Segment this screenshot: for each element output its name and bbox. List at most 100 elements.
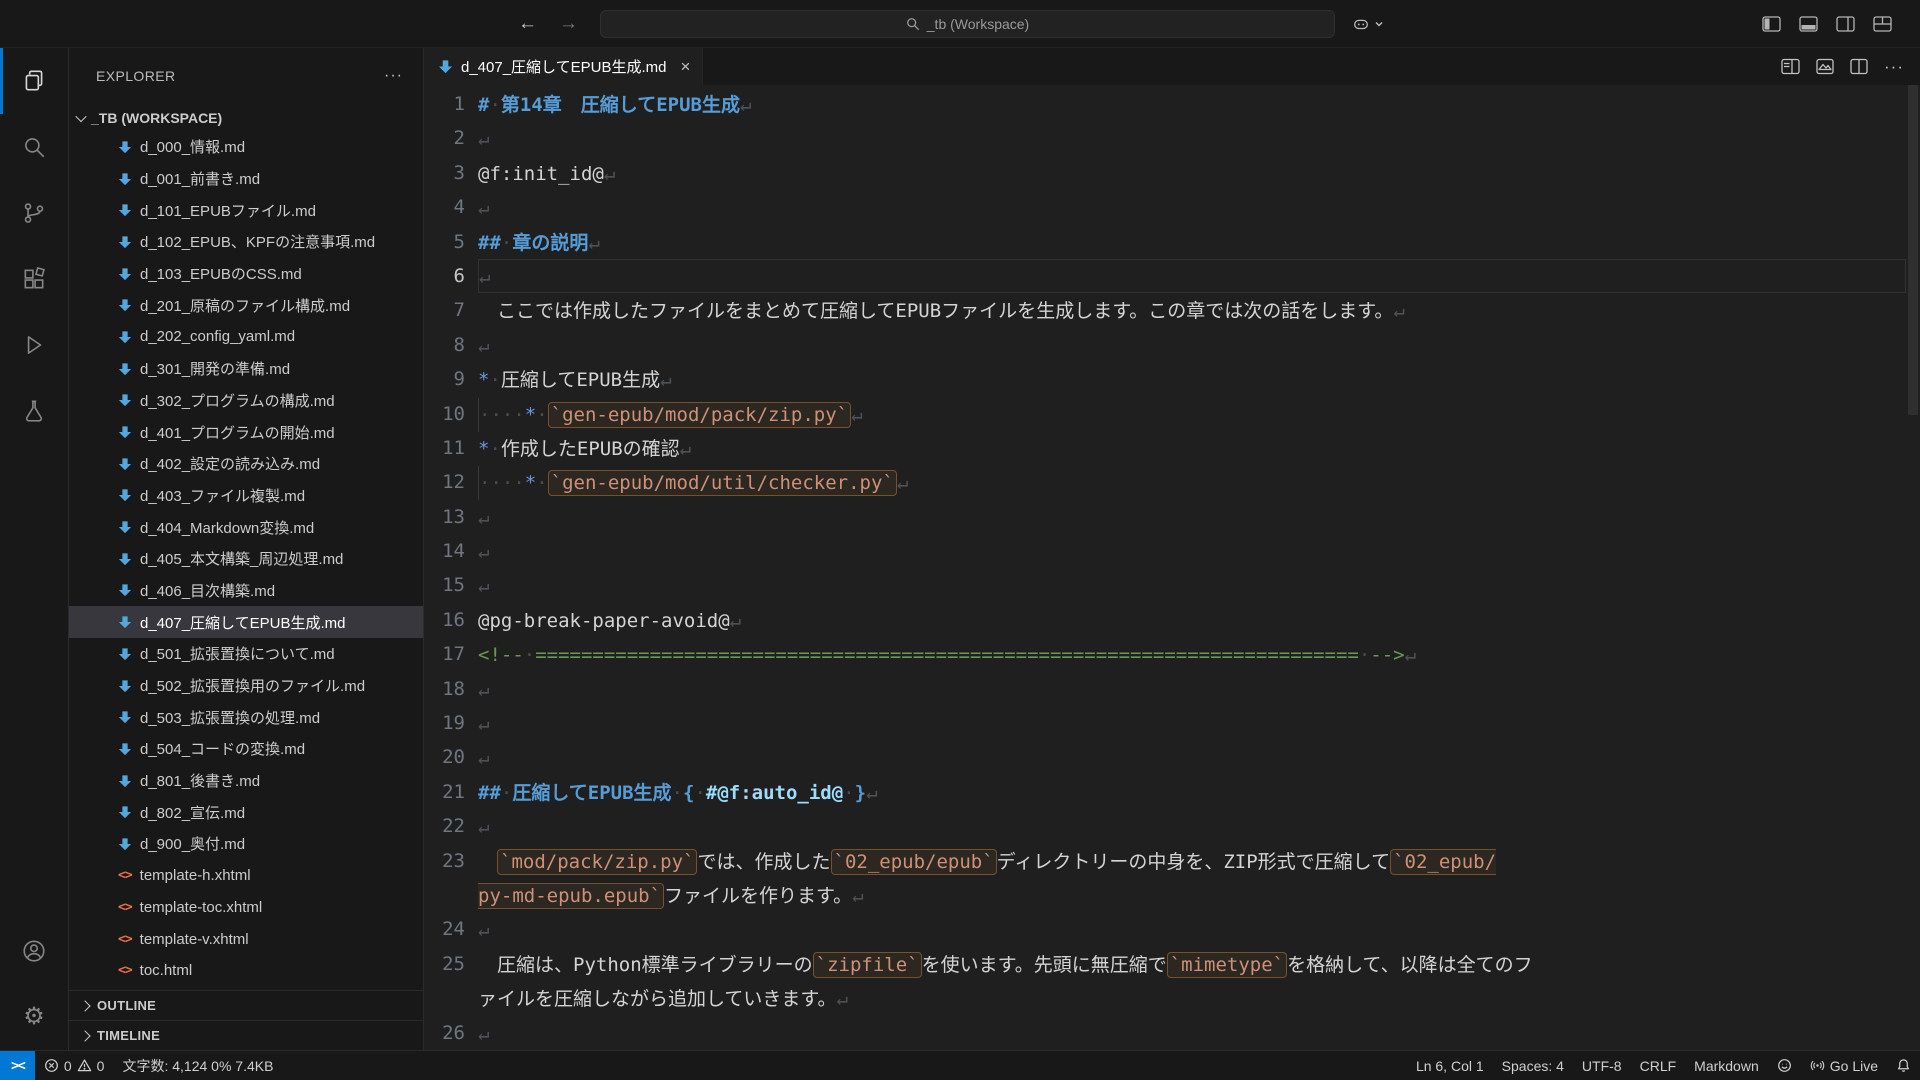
line-content[interactable]: ↵ [478,121,1906,155]
file-item[interactable]: d_801_後書き.md [69,765,423,797]
line-content[interactable]: 圧縮は、Python標準ライブラリーの`zipfile`を使います。先頭に無圧縮… [478,947,1906,981]
file-item[interactable]: d_403_ファイル複製.md [69,480,423,512]
more-actions-icon[interactable]: ··· [1884,57,1904,77]
editor-scrollbar[interactable] [1906,85,1920,1050]
file-item[interactable]: <>template-v.xhtml [69,923,423,955]
timeline-section-header[interactable]: TIMELINE [69,1020,423,1050]
file-item[interactable]: d_900_奥付.md [69,828,423,860]
notifications-button[interactable] [1887,1051,1920,1080]
line-content[interactable]: ↵ [478,568,1906,602]
line-content[interactable]: `mod/pack/zip.py`では、作成した`02_epub/epub`ディ… [478,844,1906,878]
settings-button[interactable]: ⚙ [0,984,68,1050]
file-item[interactable]: <>template-h.xhtml [69,860,423,892]
line-content[interactable]: *·圧縮してEPUB生成↵ [478,362,1906,396]
workspace-section-header[interactable]: _TB (WORKSPACE) [69,104,423,131]
file-item[interactable]: d_000_情報.md [69,131,423,163]
line-content[interactable]: py-md-epub.epub`ファイルを作ります。↵ [478,878,1906,912]
file-item[interactable]: d_406_目次構築.md [69,575,423,607]
customize-layout-icon[interactable] [1873,16,1892,32]
close-icon[interactable]: × [680,57,690,77]
activity-search[interactable] [0,114,68,180]
line-content[interactable]: ここでは作成したファイルをまとめて圧縮してEPUBファイルを生成します。この章で… [478,293,1906,327]
scrollbar-thumb[interactable] [1908,85,1918,415]
file-item[interactable]: d_502_拡張置換用のファイル.md [69,670,423,702]
line-content[interactable]: #·第14章 圧縮してEPUB生成↵ [478,87,1906,121]
go-live-button[interactable]: Go Live [1801,1051,1887,1080]
line-content[interactable]: ↵ [478,534,1906,568]
file-item[interactable]: d_407_圧縮してEPUB生成.md [69,606,423,638]
file-item[interactable]: d_504_コードの変換.md [69,733,423,765]
open-preview-side-icon[interactable] [1781,58,1800,75]
line-content[interactable]: ↵ [478,500,1906,534]
activity-testing[interactable] [0,378,68,444]
line-content[interactable]: ##·圧縮してEPUB生成·{·#@f:auto_id@·}↵ [478,775,1906,809]
file-item[interactable]: d_201_原稿のファイル構成.md [69,289,423,321]
markdown-preview-icon[interactable] [1816,58,1834,75]
split-editor-icon[interactable] [1850,58,1868,75]
line-content[interactable]: ↵ [478,328,1906,362]
file-item[interactable]: d_401_プログラムの開始.md [69,416,423,448]
line-content[interactable]: ↵ [478,809,1906,843]
file-item[interactable]: d_503_拡張置換の処理.md [69,701,423,733]
line-content[interactable]: ↵ [478,706,1906,740]
file-item[interactable]: d_101_EPUBファイル.md [69,194,423,226]
line-content[interactable]: ↵ [478,259,1906,293]
activity-source-control[interactable] [0,180,68,246]
eol-status[interactable]: CRLF [1631,1051,1686,1080]
file-item[interactable]: d_501_拡張置換について.md [69,638,423,670]
account-button[interactable] [0,918,68,984]
line-content[interactable]: ァイルを圧縮しながら追加していきます。↵ [478,981,1906,1015]
toggle-secondary-sidebar-icon[interactable] [1836,16,1855,32]
remote-indicator[interactable]: >< [0,1051,35,1080]
cursor-position[interactable]: Ln 6, Col 1 [1407,1051,1493,1080]
testing-icon [21,398,47,424]
file-item[interactable]: d_405_本文構築_周辺処理.md [69,543,423,575]
encoding-status[interactable]: UTF-8 [1573,1051,1631,1080]
code-line: 16@pg-break-paper-avoid@↵ [424,603,1906,637]
line-content[interactable]: ····*·`gen-epub/mod/pack/zip.py`↵ [478,397,1906,431]
feedback-button[interactable] [1768,1051,1801,1080]
toggle-primary-sidebar-icon[interactable] [1762,16,1781,32]
line-content[interactable]: @f:init_id@↵ [478,156,1906,190]
forward-icon[interactable]: → [559,13,578,35]
line-content[interactable]: ↵ [478,740,1906,774]
file-item[interactable]: d_802_宣伝.md [69,796,423,828]
file-item[interactable]: d_102_EPUB、KPFの注意事項.md [69,226,423,258]
file-item[interactable]: <>toc.html [69,955,423,987]
language-mode[interactable]: Markdown [1685,1051,1768,1080]
line-content[interactable]: ····*·`gen-epub/mod/util/checker.py`↵ [478,465,1906,499]
copilot-menu[interactable] [1352,10,1384,38]
file-item[interactable]: d_404_Markdown変換.md [69,511,423,543]
file-name: d_405_本文構築_周辺処理.md [140,548,343,569]
line-content[interactable]: ↵ [478,1016,1906,1050]
file-item[interactable]: d_301_開発の準備.md [69,353,423,385]
line-content[interactable]: *·作成したEPUBの確認↵ [478,431,1906,465]
file-item[interactable]: d_001_前書き.md [69,163,423,195]
indentation-status[interactable]: Spaces: 4 [1493,1051,1573,1080]
line-content[interactable]: ↵ [478,672,1906,706]
activity-run-debug[interactable] [0,312,68,378]
line-content[interactable]: ↵ [478,912,1906,946]
file-item[interactable]: d_302_プログラムの構成.md [69,385,423,417]
line-content[interactable]: ↵ [478,190,1906,224]
file-item[interactable]: d_103_EPUBのCSS.md [69,258,423,290]
toggle-panel-icon[interactable] [1799,16,1818,32]
file-item[interactable]: d_202_config_yaml.md [69,321,423,353]
activity-explorer[interactable] [0,48,68,114]
command-center-search[interactable]: _tb (Workspace) [600,10,1335,38]
outline-section-header[interactable]: OUTLINE [69,990,423,1020]
line-content[interactable]: <!--·===================================… [478,637,1906,671]
tab-active[interactable]: d_407_圧縮してEPUB生成.md × [424,48,703,85]
charcount-status[interactable]: 文字数: 4,124 0% 7.4KB [113,1051,282,1080]
file-item[interactable]: <>template-toc.xhtml [69,892,423,924]
explorer-more-actions[interactable]: ··· [384,67,403,85]
line-number: 22 [424,809,478,843]
editor-pane[interactable]: 1#·第14章 圧縮してEPUB生成↵2↵3@f:init_id@↵4↵5##·… [424,85,1920,1050]
file-item[interactable]: d_402_設定の読み込み.md [69,448,423,480]
line-content[interactable]: @pg-break-paper-avoid@↵ [478,603,1906,637]
problems-indicator[interactable]: 0 0 [35,1051,114,1080]
file-name: d_202_config_yaml.md [140,328,295,345]
activity-extensions[interactable] [0,246,68,312]
line-content[interactable]: ##·章の説明↵ [478,225,1906,259]
back-icon[interactable]: ← [518,13,537,35]
